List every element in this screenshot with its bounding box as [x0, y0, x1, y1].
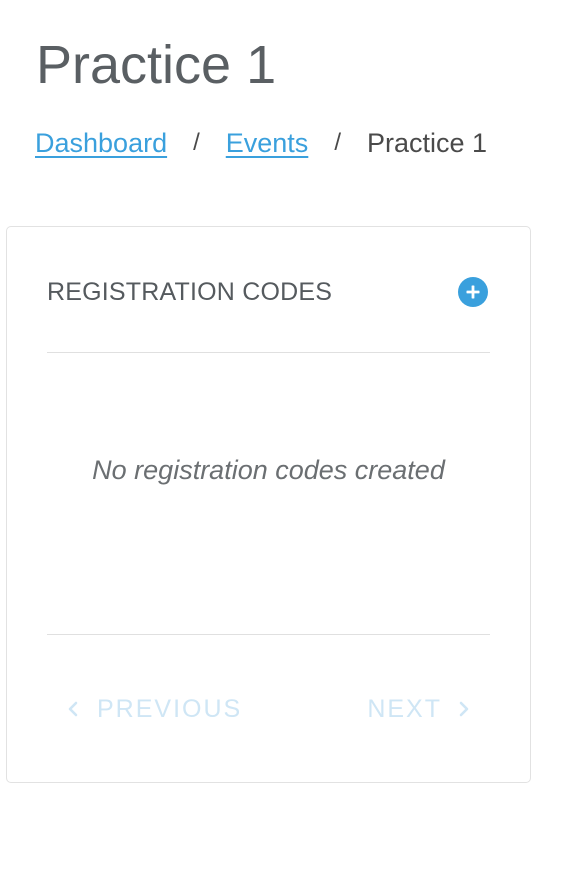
next-label: NEXT: [367, 694, 442, 723]
page-title: Practice 1: [36, 35, 277, 95]
card-title: REGISTRATION CODES: [47, 277, 333, 306]
empty-state-message: No registration codes created: [92, 455, 445, 485]
card-header: REGISTRATION CODES: [47, 272, 490, 312]
chevron-right-icon: [458, 700, 470, 718]
breadcrumb-separator: /: [193, 129, 200, 156]
divider: [47, 352, 490, 353]
add-registration-code-button[interactable]: [458, 277, 488, 307]
plus-circle-icon: [466, 285, 480, 299]
registration-codes-card: REGISTRATION CODES No registration codes…: [6, 226, 531, 783]
page: Practice 1 Dashboard / Events / Practice…: [0, 0, 561, 880]
pagination: PREVIOUS NEXT: [47, 692, 490, 726]
breadcrumb: Dashboard / Events / Practice 1: [35, 126, 487, 160]
previous-button[interactable]: PREVIOUS: [67, 695, 242, 724]
chevron-left-icon: [67, 700, 79, 718]
divider: [47, 634, 490, 635]
breadcrumb-separator: /: [334, 129, 341, 156]
previous-label: PREVIOUS: [97, 694, 243, 723]
breadcrumb-current: Practice 1: [366, 128, 488, 158]
next-button[interactable]: NEXT: [367, 695, 470, 724]
breadcrumb-link-dashboard[interactable]: Dashboard: [35, 126, 167, 160]
breadcrumb-link-events[interactable]: Events: [226, 126, 309, 160]
